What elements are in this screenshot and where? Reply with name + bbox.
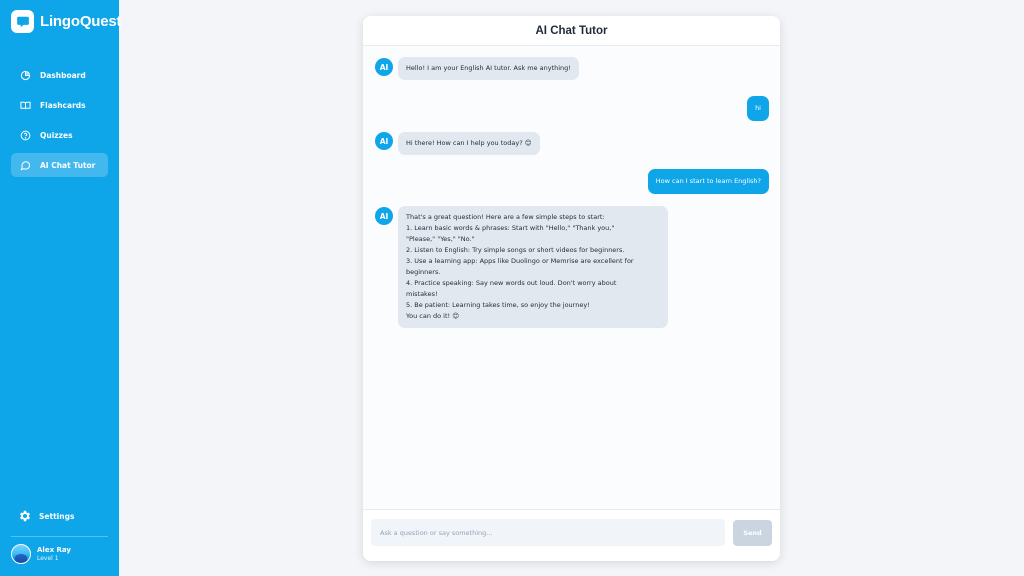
ai-avatar: AI	[375, 58, 393, 76]
logo-chat-icon	[11, 10, 34, 33]
sidebar-item-ai-chat-tutor[interactable]: AI Chat Tutor	[11, 153, 108, 177]
user-level: Level 1	[37, 554, 59, 562]
sidebar-nav: Dashboard Flashcards Quizzes AI Chat Tut…	[11, 63, 108, 183]
chat-icon	[20, 160, 31, 170]
chat-input-bar: Send	[363, 509, 780, 561]
settings-label: Settings	[39, 511, 75, 521]
ai-avatar: AI	[375, 207, 393, 225]
sidebar-item-flashcards[interactable]: Flashcards	[11, 93, 108, 117]
chat-panel: AI Chat Tutor AI Hello! I am your Englis…	[363, 16, 780, 561]
avatar	[11, 544, 31, 564]
settings-button[interactable]: Settings	[18, 509, 74, 523]
user-message: hi	[747, 96, 769, 121]
ai-avatar: AI	[375, 132, 393, 150]
user-name: Alex Ray	[37, 545, 71, 554]
sidebar-item-label: Flashcards	[40, 100, 86, 110]
sidebar-item-label: Dashboard	[40, 70, 86, 80]
send-button[interactable]: Send	[733, 520, 772, 546]
brand[interactable]: LingoQuest	[11, 10, 122, 33]
brand-name: LingoQuest	[40, 13, 122, 30]
user-message: How can I start to learn English?	[647, 169, 769, 194]
sidebar-item-dashboard[interactable]: Dashboard	[11, 63, 108, 87]
gear-icon	[19, 510, 31, 522]
flashcards-icon	[20, 101, 31, 109]
message-list: AI Hello! I am your English AI tutor. As…	[363, 46, 780, 509]
chat-title: AI Chat Tutor	[363, 16, 780, 46]
ai-message: Hi there! How can I help you today? 😊	[398, 132, 540, 155]
user-profile[interactable]: Alex Ray Level 1	[11, 544, 71, 564]
sidebar: LingoQuest Dashboard Flashcards Quizzes …	[0, 0, 122, 576]
sidebar-item-label: AI Chat Tutor	[40, 160, 96, 170]
sidebar-item-quizzes[interactable]: Quizzes	[11, 123, 108, 147]
sidebar-divider	[11, 536, 108, 537]
ai-message: That's a great question! Here are a few …	[398, 206, 668, 328]
dashboard-icon	[20, 70, 31, 80]
sidebar-item-label: Quizzes	[40, 130, 73, 140]
chat-input[interactable]	[371, 519, 725, 546]
ai-message: Hello! I am your English AI tutor. Ask m…	[398, 57, 579, 80]
quizzes-icon	[20, 130, 31, 140]
